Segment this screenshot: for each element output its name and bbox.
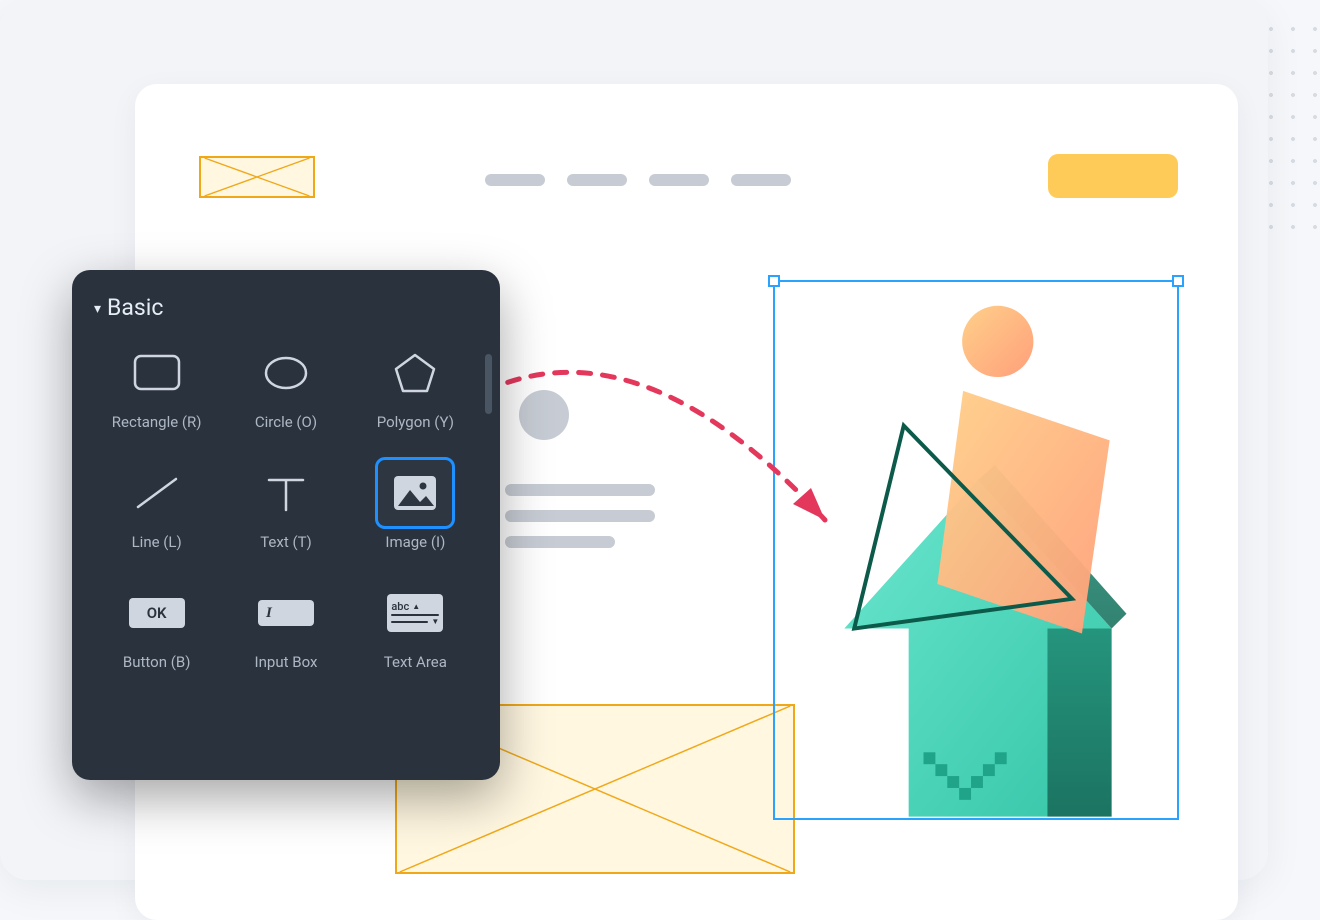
tool-image[interactable]: Image (I) bbox=[353, 467, 478, 551]
line-icon bbox=[127, 467, 187, 519]
tool-input-box[interactable]: I Input Box bbox=[223, 587, 348, 671]
tool-text-area[interactable]: abc ▲ ▼ Text Area bbox=[353, 587, 478, 671]
panel-title: Basic bbox=[107, 294, 163, 321]
nav-button-placeholder bbox=[1048, 154, 1178, 198]
tool-label: Line (L) bbox=[132, 533, 182, 551]
chevron-down-icon: ▾ bbox=[94, 301, 101, 317]
nav-item-placeholder bbox=[649, 174, 709, 186]
text-skeleton bbox=[505, 484, 655, 562]
circle-icon bbox=[256, 347, 316, 399]
panel-section-header[interactable]: ▾ Basic bbox=[94, 294, 478, 321]
avatar-placeholder bbox=[519, 390, 569, 440]
tool-polygon[interactable]: Polygon (Y) bbox=[353, 347, 478, 431]
nav-item-placeholder bbox=[731, 174, 791, 186]
tool-rectangle[interactable]: Rectangle (R) bbox=[94, 347, 219, 431]
tool-label: Rectangle (R) bbox=[112, 413, 202, 431]
logo-placeholder bbox=[199, 156, 315, 198]
outer-container: ▾ Basic Rectangle (R) Circle (O) bbox=[0, 0, 1268, 880]
nav-item-placeholder bbox=[567, 174, 627, 186]
tool-text[interactable]: Text (T) bbox=[223, 467, 348, 551]
tool-label: Circle (O) bbox=[255, 413, 317, 431]
tool-label: Text (T) bbox=[260, 533, 312, 551]
tools-panel: ▾ Basic Rectangle (R) Circle (O) bbox=[72, 270, 500, 780]
image-icon bbox=[385, 467, 445, 519]
textarea-icon: abc ▲ ▼ bbox=[385, 587, 445, 639]
tool-circle[interactable]: Circle (O) bbox=[223, 347, 348, 431]
panel-scrollbar[interactable] bbox=[485, 354, 492, 414]
canvas-selected-element[interactable] bbox=[773, 280, 1179, 820]
tool-label: Polygon (Y) bbox=[377, 413, 454, 431]
nav-item-placeholder bbox=[485, 174, 545, 186]
tool-button[interactable]: OK Button (B) bbox=[94, 587, 219, 671]
artwork-illustration bbox=[775, 282, 1177, 817]
tool-label: Text Area bbox=[384, 653, 447, 671]
polygon-icon bbox=[385, 347, 445, 399]
tool-label: Image (I) bbox=[385, 533, 445, 551]
tool-label: Input Box bbox=[255, 653, 318, 671]
text-icon bbox=[256, 467, 316, 519]
tool-line[interactable]: Line (L) bbox=[94, 467, 219, 551]
input-icon: I bbox=[256, 587, 316, 639]
tool-label: Button (B) bbox=[123, 653, 191, 671]
button-icon: OK bbox=[127, 587, 187, 639]
rectangle-icon bbox=[127, 347, 187, 399]
